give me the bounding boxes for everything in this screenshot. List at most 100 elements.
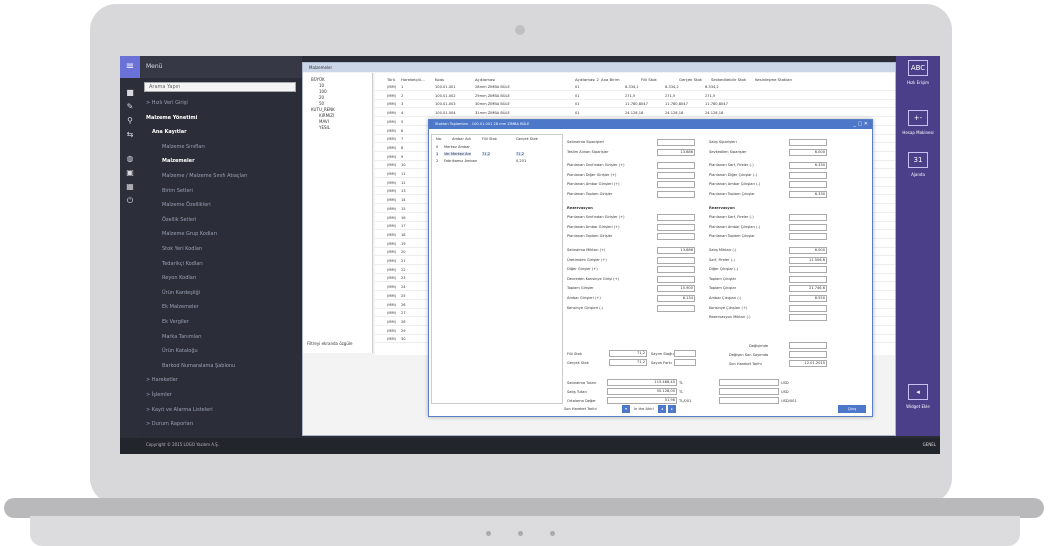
sidebar-item[interactable]: Ek Vergiler — [162, 319, 189, 325]
sidebar-item[interactable]: Tedarikçi Kodları — [162, 261, 203, 267]
satin-alma-field[interactable]: 115.468,45 — [607, 379, 677, 386]
close-button[interactable]: Çıkış — [838, 405, 866, 413]
field-value[interactable] — [657, 171, 695, 179]
field-value[interactable]: 6.000 — [789, 247, 827, 254]
field-value[interactable] — [657, 233, 695, 241]
sidebar-item[interactable]: Malzeme Grup Kodları — [162, 231, 217, 237]
tree-item[interactable]: MAVI — [319, 119, 329, 124]
sidebar-item[interactable]: Birim Setleri — [162, 188, 193, 194]
tree-item[interactable]: KUTU_RENK — [311, 107, 335, 112]
edit-icon[interactable]: ✎ — [124, 102, 136, 112]
tree-item[interactable]: 50 — [319, 101, 324, 106]
field-value[interactable]: 6.000 — [789, 148, 827, 156]
sidebar-item[interactable]: Malzeme Yönetimi — [146, 115, 197, 121]
column-header[interactable]: Kesinleşme Stokları — [755, 77, 792, 82]
list-cell[interactable]: Merkez Ambar — [444, 145, 470, 149]
sidebar-item[interactable]: Özellik Setleri — [162, 217, 196, 223]
list-cell[interactable]: 2 — [436, 159, 438, 163]
tree-item[interactable]: 100 — [319, 89, 327, 94]
ortalama-field[interactable]: 51,98 — [607, 397, 677, 404]
power-icon[interactable]: ⏻ — [124, 196, 136, 206]
column-header[interactable]: Hareketçili... — [401, 77, 425, 82]
sidebar-item[interactable]: Malzeme Özellikleri — [162, 202, 211, 208]
field-value[interactable]: 11.506,6 — [789, 256, 827, 264]
degisimde-field[interactable] — [789, 342, 827, 349]
field-value[interactable]: 6.330 — [789, 162, 827, 170]
tree-item[interactable]: BÜYÜK — [311, 77, 325, 82]
field-value[interactable]: 13.686 — [657, 247, 695, 254]
sidebar-item[interactable]: Malzeme / Malzeme Sınıfı Atıaçları — [162, 173, 248, 179]
field-value[interactable] — [657, 181, 695, 189]
next-button[interactable]: ▸ — [668, 405, 676, 413]
field-value[interactable] — [789, 233, 827, 241]
field-value[interactable]: 15.900 — [657, 285, 695, 293]
right-panel-label[interactable]: Hızlı Erişim — [896, 80, 940, 85]
field-value[interactable]: 8.550 — [789, 295, 827, 302]
sidebar-item[interactable]: > Hızlı Veri Girişi — [146, 100, 188, 106]
sidebar-item[interactable]: > İşlemler — [146, 392, 172, 398]
sidebar-item[interactable]: Malzeme Sınıfları — [162, 144, 205, 150]
grid-icon[interactable]: ▦ — [124, 182, 136, 192]
table-row[interactable]: (MM) 3 100.01.003 30mm ZIMBA BÜLE 01 11.780,8… — [375, 101, 895, 109]
sidebar-item[interactable]: Malzemeler — [162, 158, 195, 164]
column-header[interactable]: Gerçek Stok — [679, 77, 702, 82]
list-cell[interactable]: 1 — [436, 152, 439, 156]
field-value[interactable] — [789, 214, 827, 222]
satis-field[interactable]: 55.128,00 — [607, 388, 677, 395]
right-panel-label[interactable]: Hesap Makinesi — [896, 130, 940, 135]
hesap-makinesi-icon[interactable]: +- — [908, 110, 928, 126]
sidebar-item[interactable]: > Kayıt ve Alarma Listeleri — [146, 407, 213, 413]
field-value[interactable]: 8.134 — [657, 295, 695, 302]
field-value[interactable] — [657, 214, 695, 222]
sidebar-item[interactable]: Stok Yeri Kodları — [162, 246, 202, 252]
field-value[interactable] — [657, 275, 695, 283]
son-hareket-field[interactable]: 12.01.2015 — [789, 360, 827, 367]
doc-icon[interactable]: ▣ — [124, 168, 136, 178]
table-row[interactable]: (MM) 4 100.01.004 31mm ZIMBA BÜLE 01 24.128,1… — [375, 110, 895, 118]
sidebar-item[interactable]: > Durum Raporları — [146, 421, 193, 427]
date-picker-button[interactable]: ▾ — [622, 405, 630, 413]
prev-button[interactable]: ◂ — [658, 405, 666, 413]
field-value[interactable] — [657, 256, 695, 264]
field-value[interactable] — [789, 139, 827, 146]
list-cell[interactable]: 71,2 — [516, 152, 525, 156]
table-row[interactable]: (MM) 1 100.01.001 28mm ZIMBA BÜLE 01 6.334,1 6… — [375, 84, 895, 91]
field-value[interactable] — [789, 171, 827, 179]
globe-icon[interactable]: ◍ — [124, 154, 136, 164]
list-cell[interactable]: Fabrikamız Ambarı — [444, 159, 477, 163]
field-value[interactable] — [789, 275, 827, 283]
son-sayim-field[interactable] — [789, 351, 827, 358]
field-value[interactable] — [789, 266, 827, 274]
sidebar-item[interactable]: Ek Malzemeler — [162, 304, 199, 310]
list-cell[interactable]: Ver Merkez Am — [444, 152, 471, 156]
ajanda-icon[interactable]: 31 — [908, 152, 928, 168]
list-cell[interactable]: 0,251 — [516, 159, 526, 163]
field-value[interactable] — [657, 266, 695, 274]
field-value[interactable] — [657, 139, 695, 146]
fiili-stok-field[interactable]: 71,2 — [609, 350, 647, 357]
sidebar-item[interactable]: Reyon Kodları — [162, 275, 196, 281]
tree-footer[interactable]: Filtreyi ekranda özgüle — [307, 341, 352, 346]
tree-item[interactable]: YESIL — [319, 125, 330, 130]
sidebar-item[interactable]: Ana Kayıtlar — [152, 129, 187, 135]
sidebar-item[interactable]: > Hareketler — [146, 377, 178, 383]
field-value[interactable] — [657, 162, 695, 170]
right-panel-label[interactable]: Widget Ekle — [896, 404, 940, 409]
right-panel-label[interactable]: Ajanda — [896, 172, 940, 177]
field-value[interactable]: 6.330 — [789, 191, 827, 198]
column-header[interactable]: Fiili Stok — [641, 77, 657, 82]
column-header[interactable]: Açıklaması — [475, 77, 495, 82]
field-value[interactable] — [789, 314, 827, 322]
column-header[interactable]: Açıklaması 2 — [575, 77, 599, 82]
folder-icon[interactable]: ■ — [124, 88, 136, 98]
satin-alma-usd-field[interactable] — [719, 379, 779, 386]
h-zl-eri-im-icon[interactable]: ABC — [908, 60, 928, 76]
column-header[interactable]: Ana Birim — [601, 77, 620, 82]
tree-item[interactable]: 10 — [319, 83, 324, 88]
tree-item[interactable]: 20 — [319, 95, 324, 100]
share-icon[interactable]: ⇆ — [124, 130, 136, 140]
search-icon[interactable]: ⚲ — [124, 116, 136, 126]
satis-usd-field[interactable] — [719, 388, 779, 395]
field-value[interactable]: 13.686 — [657, 148, 695, 156]
widget-ekle-icon[interactable]: ◂ — [908, 384, 928, 400]
